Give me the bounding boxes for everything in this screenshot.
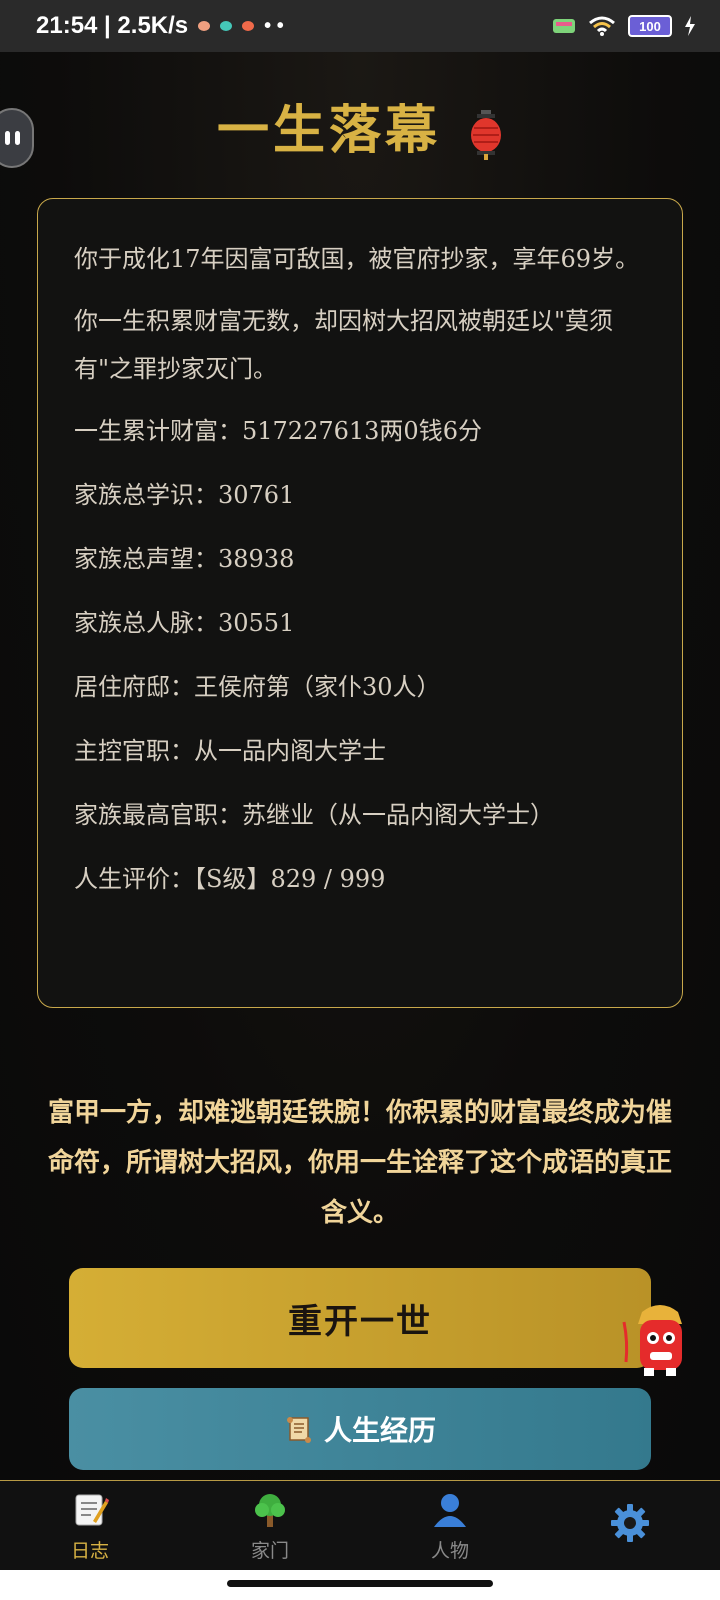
gear-icon: [610, 1503, 650, 1543]
page-title-text: 一生落幕: [216, 100, 441, 161]
tab-settings[interactable]: [560, 1503, 700, 1549]
tab-characters-label: 人物: [430, 1539, 469, 1562]
lantern-icon: [471, 109, 502, 160]
life-history-label: 人生经历: [323, 1414, 436, 1447]
stat-total-wealth: 一生累计财富：517227613两0钱6分: [74, 417, 482, 445]
status-bar: 21:54 | 2.5K/s • • 100: [0, 0, 720, 52]
wifi-icon: [589, 16, 615, 36]
status-time: 21:54 | 2.5K/s: [36, 12, 189, 39]
stat-connections: 家族总人脉：30551: [74, 609, 295, 637]
home-indicator[interactable]: [227, 1580, 493, 1587]
tab-log[interactable]: 日志: [20, 1490, 160, 1563]
stat-life-rating: 人生评价：【S级】829 / 999: [74, 865, 386, 893]
more-notifications-icon: • •: [264, 14, 284, 37]
restart-life-label: 重开一世: [288, 1301, 432, 1342]
charging-icon: [685, 16, 695, 36]
summary-paragraph: 你于成化17年因富可敌国，被官府抄家，享年69岁。: [74, 245, 640, 273]
restart-life-button[interactable]: 重开一世: [69, 1268, 651, 1368]
memo-icon: [70, 1490, 110, 1530]
stat-main-office: 主控官职：从一品内阁大学士: [74, 737, 386, 765]
tab-family[interactable]: 家门: [200, 1490, 340, 1563]
tree-icon: [250, 1490, 290, 1530]
app-notification-icon: [198, 21, 211, 31]
tab-log-label: 日志: [70, 1539, 109, 1562]
life-verdict-text: 富甲一方，却难逃朝廷铁腕！你积累的财富最终成为催命符，所谓树大招风，你用一生诠释…: [47, 1098, 672, 1228]
life-history-button[interactable]: 人生经历: [69, 1388, 651, 1470]
stat-knowledge: 家族总学识：30761: [74, 481, 295, 509]
app-notification-icon: [242, 21, 255, 31]
page-title: 一生落幕: [0, 88, 720, 163]
life-summary-card: 你于成化17年因富可敌国，被官府抄家，享年69岁。 你一生积累财富无数，却因树大…: [37, 198, 683, 1008]
scroll-icon: [286, 1417, 311, 1443]
stat-residence: 居住府邸：王侯府第（家仆30人）: [74, 673, 441, 701]
sim-card-icon: [553, 19, 575, 33]
bottom-tab-bar: 日志 家门 人物: [0, 1480, 720, 1571]
stat-highest-office: 家族最高官职：苏继业（从一品内阁大学士）: [74, 801, 554, 829]
person-icon: [430, 1490, 470, 1530]
battery-icon: 100: [628, 15, 672, 37]
tab-family-label: 家门: [250, 1539, 289, 1562]
red-envelope-mascot-icon[interactable]: [622, 1302, 698, 1386]
stat-prestige: 家族总声望：38938: [74, 545, 295, 573]
app-notification-icon: [220, 21, 233, 31]
tab-characters[interactable]: 人物: [380, 1490, 520, 1563]
summary-paragraph: 你一生积累财富无数，却因树大招风被朝廷以"莫须有"之罪抄家灭门。: [74, 307, 614, 383]
